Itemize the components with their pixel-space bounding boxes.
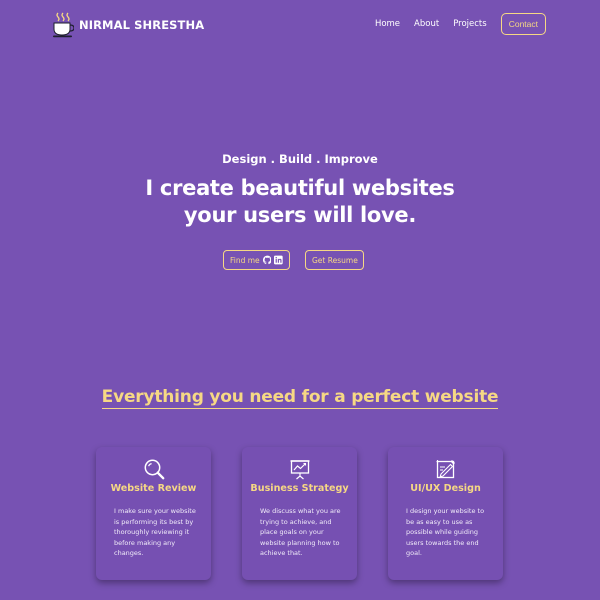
linkedin-icon[interactable] <box>274 255 283 265</box>
hero-subtitle: Design . Build . Improve <box>222 152 378 166</box>
nav-projects-link[interactable]: Projects <box>453 19 487 29</box>
service-description: I make sure your website is performing i… <box>114 507 196 557</box>
design-tool-icon <box>436 460 455 479</box>
service-title: UI/UX Design <box>410 483 481 494</box>
coffee-cup-logo-icon <box>53 12 74 38</box>
presentation-chart-icon <box>290 460 310 480</box>
service-card-business-strategy: Business Strategy We discuss what you ar… <box>242 447 357 580</box>
hero-title-line-1: I create beautiful websites <box>145 176 455 200</box>
service-card-website-review: Website Review I make sure your website … <box>96 447 211 580</box>
magnifier-icon <box>144 459 165 480</box>
hero-title-line-2: your users will love. <box>183 203 417 227</box>
brand[interactable]: NIRMAL SHRESTHA <box>52 11 204 39</box>
service-card-ui-ux-design: UI/UX Design I design your website to be… <box>388 447 503 580</box>
nav-about-link[interactable]: About <box>414 19 439 29</box>
service-title: Website Review <box>110 483 197 494</box>
nav-links: Home About Projects Contact <box>375 13 546 35</box>
get-resume-label: Get Resume <box>312 255 358 265</box>
brand-name: NIRMAL SHRESTHA <box>79 18 205 32</box>
find-me-button[interactable]: Find me <box>223 250 290 270</box>
services-heading: Everything you need for a perfect websit… <box>101 387 499 409</box>
find-me-label: Find me <box>230 255 260 265</box>
services-heading-wrap: Everything you need for a perfect websit… <box>0 387 600 409</box>
service-description: We discuss what you are trying to achiev… <box>260 507 341 557</box>
github-icon[interactable] <box>262 255 272 265</box>
service-title: Business Strategy <box>250 483 349 494</box>
hero-title: I create beautiful websites your users w… <box>0 175 600 229</box>
service-description: I design your website to be as easy to u… <box>406 507 485 557</box>
top-navigation: NIRMAL SHRESTHA Home About Projects Cont… <box>0 0 600 48</box>
contact-button[interactable]: Contact <box>500 13 546 35</box>
get-resume-button[interactable]: Get Resume <box>305 250 364 270</box>
nav-home-link[interactable]: Home <box>375 19 400 29</box>
